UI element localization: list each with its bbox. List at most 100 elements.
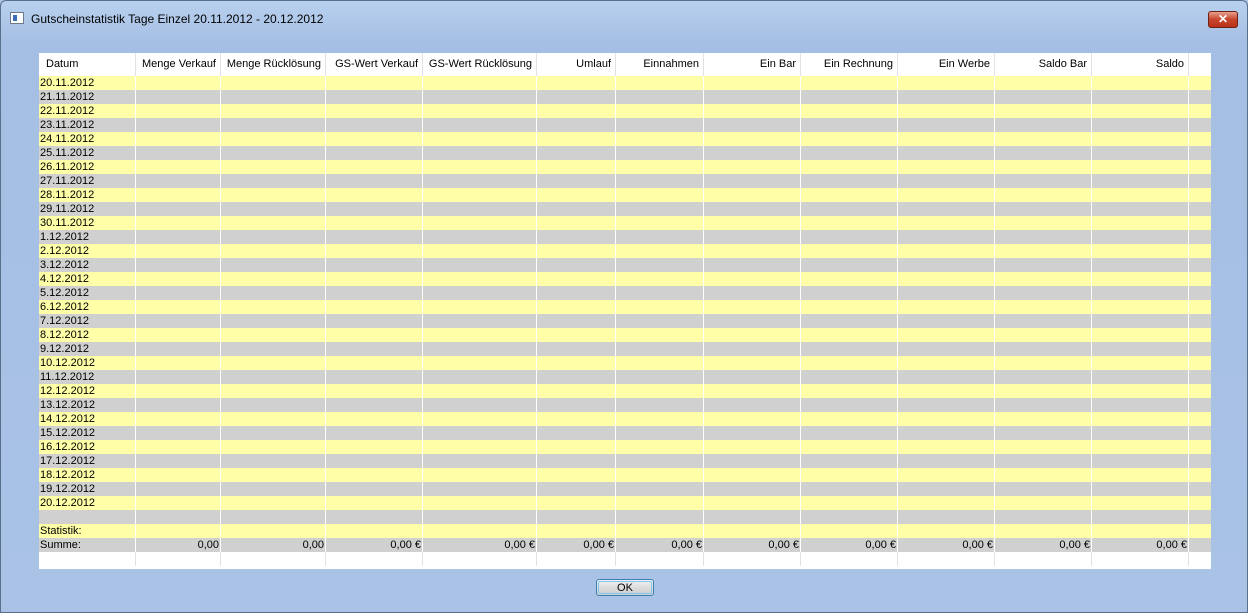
table-row[interactable]: 23.11.2012: [39, 118, 1211, 132]
cell-menge-verkauf: [136, 384, 221, 398]
cell-umlauf: [537, 146, 616, 160]
cell-menge-verkauf: [136, 482, 221, 496]
cell-menge-rueckl-sung: [221, 202, 326, 216]
cell-gs-wert-rueckl-sung: [423, 76, 537, 90]
cell-ein-bar: [704, 146, 801, 160]
cell-ein-bar: [704, 300, 801, 314]
table-row[interactable]: 10.12.2012: [39, 356, 1211, 370]
window-title: Gutscheinstatistik Tage Einzel 20.11.201…: [31, 12, 324, 26]
cell-saldo: [1092, 552, 1189, 566]
cell-ein-werbe: [898, 510, 995, 524]
cell-saldo: [1092, 286, 1189, 300]
statistics-table[interactable]: Datum Menge Verkauf Menge Rücklösung GS-Wer…: [39, 53, 1211, 569]
column-header-umlauf[interactable]: Umlauf: [537, 53, 616, 76]
table-row[interactable]: 15.12.2012: [39, 426, 1211, 440]
cell-gs-wert-verkauf: [326, 454, 423, 468]
table-row[interactable]: 16.12.2012: [39, 440, 1211, 454]
cell-einnahmen: [616, 468, 704, 482]
cell-ein-rechnung: [801, 188, 898, 202]
title-bar[interactable]: Gutscheinstatistik Tage Einzel 20.11.201…: [1, 1, 1247, 31]
table-row[interactable]: 22.11.2012: [39, 104, 1211, 118]
cell-ein-rechnung: [801, 132, 898, 146]
table-row[interactable]: 20.11.2012: [39, 76, 1211, 90]
cell-ein-rechnung: [801, 454, 898, 468]
table-row[interactable]: 4.12.2012: [39, 272, 1211, 286]
column-header-ein-bar[interactable]: Ein Bar: [704, 53, 801, 76]
cell-menge-rueckl-sung: [221, 76, 326, 90]
table-row-statistik[interactable]: Statistik:: [39, 524, 1211, 538]
cell-saldo: [1092, 412, 1189, 426]
column-header-gs-wert-rueckl-sung[interactable]: GS-Wert Rücklösung: [423, 53, 537, 76]
table-row[interactable]: 12.12.2012: [39, 384, 1211, 398]
table-row[interactable]: 19.12.2012: [39, 482, 1211, 496]
table-row[interactable]: 7.12.2012: [39, 314, 1211, 328]
table-row[interactable]: 25.11.2012: [39, 146, 1211, 160]
column-header-ein-werbe[interactable]: Ein Werbe: [898, 53, 995, 76]
table-row[interactable]: 28.11.2012: [39, 188, 1211, 202]
cell-gs-wert-verkauf: [326, 146, 423, 160]
table-row[interactable]: 8.12.2012: [39, 328, 1211, 342]
cell-filler: [1189, 370, 1211, 384]
cell-saldo: [1092, 356, 1189, 370]
cell-filler: [1189, 496, 1211, 510]
cell-ein-werbe: [898, 132, 995, 146]
cell-menge-verkauf: [136, 146, 221, 160]
cell-einnahmen: [616, 342, 704, 356]
cell-ein-rechnung: [801, 482, 898, 496]
cell-saldo-bar: [995, 510, 1092, 524]
cell-ein-rechnung: [801, 524, 898, 538]
column-header-datum[interactable]: Datum: [39, 53, 136, 76]
column-header-gs-wert-verkauf[interactable]: GS-Wert Verkauf: [326, 53, 423, 76]
cell-saldo: [1092, 90, 1189, 104]
table-row[interactable]: 14.12.2012: [39, 412, 1211, 426]
cell-saldo-bar: [995, 468, 1092, 482]
cell-saldo: [1092, 398, 1189, 412]
table-row[interactable]: 2.12.2012: [39, 244, 1211, 258]
cell-saldo: [1092, 440, 1189, 454]
cell-ein-werbe: [898, 482, 995, 496]
table-row[interactable]: 13.12.2012: [39, 398, 1211, 412]
column-header-menge-verkauf[interactable]: Menge Verkauf: [136, 53, 221, 76]
cell-saldo-bar: [995, 426, 1092, 440]
table-row[interactable]: 27.11.2012: [39, 174, 1211, 188]
cell-einnahmen: [616, 314, 704, 328]
table-row[interactable]: 30.11.2012: [39, 216, 1211, 230]
column-header-saldo-bar[interactable]: Saldo Bar: [995, 53, 1092, 76]
table-row-empty[interactable]: [39, 552, 1211, 566]
cell-einnahmen: [616, 258, 704, 272]
table-row[interactable]: 24.11.2012: [39, 132, 1211, 146]
table-row[interactable]: 3.12.2012: [39, 258, 1211, 272]
table-row[interactable]: 9.12.2012: [39, 342, 1211, 356]
close-button[interactable]: ✕: [1208, 11, 1238, 28]
cell-umlauf: [537, 454, 616, 468]
cell-saldo: [1092, 468, 1189, 482]
table-row[interactable]: 17.12.2012: [39, 454, 1211, 468]
cell-menge-rueckl-sung: 0,00: [221, 538, 326, 552]
table-row-summe[interactable]: Summe: 0,00 0,00 0,00 €0,00 €0,00 €0,00 €0,…: [39, 538, 1211, 552]
table-row[interactable]: 18.12.2012: [39, 468, 1211, 482]
cell-ein-rechnung: [801, 118, 898, 132]
cell-ein-rechnung: [801, 230, 898, 244]
table-row[interactable]: 11.12.2012: [39, 370, 1211, 384]
table-row[interactable]: 1.12.2012: [39, 230, 1211, 244]
column-header-einnahmen[interactable]: Einnahmen: [616, 53, 704, 76]
table-row[interactable]: 20.12.2012: [39, 496, 1211, 510]
table-row[interactable]: 29.11.2012: [39, 202, 1211, 216]
table-row[interactable]: 5.12.2012: [39, 286, 1211, 300]
cell-gs-wert-verkauf: [326, 244, 423, 258]
cell-umlauf: [537, 104, 616, 118]
table-row[interactable]: 26.11.2012: [39, 160, 1211, 174]
cell-ein-bar: [704, 104, 801, 118]
cell-umlauf: [537, 76, 616, 90]
cell-saldo-bar: [995, 90, 1092, 104]
table-row-spacer[interactable]: [39, 510, 1211, 524]
column-header-saldo[interactable]: Saldo: [1092, 53, 1189, 76]
cell-umlauf: [537, 118, 616, 132]
ok-button[interactable]: OK: [596, 579, 654, 596]
table-row[interactable]: 6.12.2012: [39, 300, 1211, 314]
column-header-menge-rueckl-sung[interactable]: Menge Rücklösung: [221, 53, 326, 76]
table-row[interactable]: 21.11.2012: [39, 90, 1211, 104]
column-header-ein-rechnung[interactable]: Ein Rechnung: [801, 53, 898, 76]
cell-gs-wert-rueckl-sung: [423, 454, 537, 468]
cell-menge-verkauf: [136, 286, 221, 300]
